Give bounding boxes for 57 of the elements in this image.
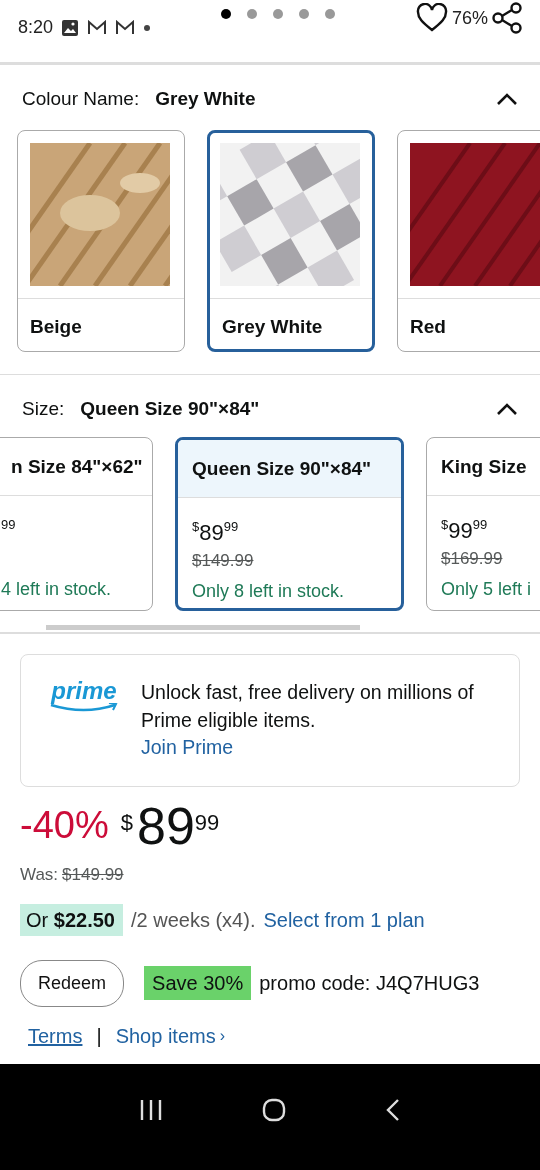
page-dot[interactable] [299,9,310,19]
section-label: Colour Name: [22,87,140,111]
colour-swatch-option[interactable]: Beige [17,129,185,352]
mail-icon [115,19,136,36]
select-plan-link[interactable]: Select from 1 plan [263,904,425,935]
price: $^{$}$89$^{99}$ [192,517,240,544]
recent-apps-icon[interactable] [139,1099,164,1121]
shop-items-link[interactable]: Shop items › [115,1020,226,1051]
redeem-button[interactable]: Redeem [20,959,125,1007]
price: 99 [1,515,17,534]
notification-dot-icon [143,23,152,32]
stock-status: Only 5 left i [441,577,533,601]
was-price: $149.99 [62,864,124,887]
promo-code-text: promo code: J4Q7HUG3 [259,971,480,997]
battery-percent: 76% [451,6,488,30]
mail-icon [87,19,108,36]
colour-swatch-option[interactable]: Red [397,129,540,352]
smile-arrow-icon [49,703,119,713]
swatch-label: Red [398,297,540,351]
swatch-label: Beige [18,297,184,351]
size-option[interactable]: Queen Size 90"×84" $^{$}$89$^{99}$ $149.99 Only 8 left in stock. [175,437,404,611]
prime-logo: prime [51,679,117,703]
stock-status: 4 left in stock. [1,577,113,601]
home-icon[interactable] [262,1098,286,1122]
swatch-label: Grey White [210,297,372,349]
chevron-icon[interactable] [496,401,518,416]
selected-value: Queen Size 90"×84" [80,396,260,421]
page-dot[interactable] [221,9,232,19]
join-prime-link[interactable]: Join Prime [141,734,234,763]
terms-link[interactable]: Terms [28,1020,83,1051]
size-name: King Size [427,438,540,496]
discount-percent: -40% [20,803,109,849]
page-dot[interactable] [325,9,336,19]
page-dot[interactable] [247,9,258,19]
size-name: Queen Size 90"×84" [178,440,401,498]
list-price: $149.99 [192,550,255,572]
price: $^{$}$99$^{99}$ [441,515,489,542]
back-icon[interactable] [384,1098,401,1122]
installment-amount: Or $22.50 [20,903,123,936]
size-name: n Size 84"×62" [0,438,152,496]
chevron-icon[interactable] [496,92,518,107]
size-option[interactable]: King Size $^{$}$99$^{99}$ $169.99 Only 5 left i [426,437,540,611]
section-label: Size: [22,396,65,421]
page-dot[interactable] [273,9,284,19]
prime-description: Unlock fast, free delivery on millions of Prime eligible items. [141,680,475,733]
gallery-icon [61,18,80,37]
separator: | [96,1023,102,1049]
heart-icon [415,3,448,33]
status-time: 8:20 [18,16,54,39]
colour-swatch-option[interactable]: Grey White [207,129,375,352]
list-price: $169.99 [441,548,504,570]
selected-value: Grey White [155,87,256,111]
stock-status: Only 8 left in stock. [192,579,346,603]
installment-period: /2 weeks (x4). [130,907,256,933]
save-badge: Save 30% [144,966,252,1001]
was-label: Was: [20,864,59,887]
share-icon [492,2,522,34]
